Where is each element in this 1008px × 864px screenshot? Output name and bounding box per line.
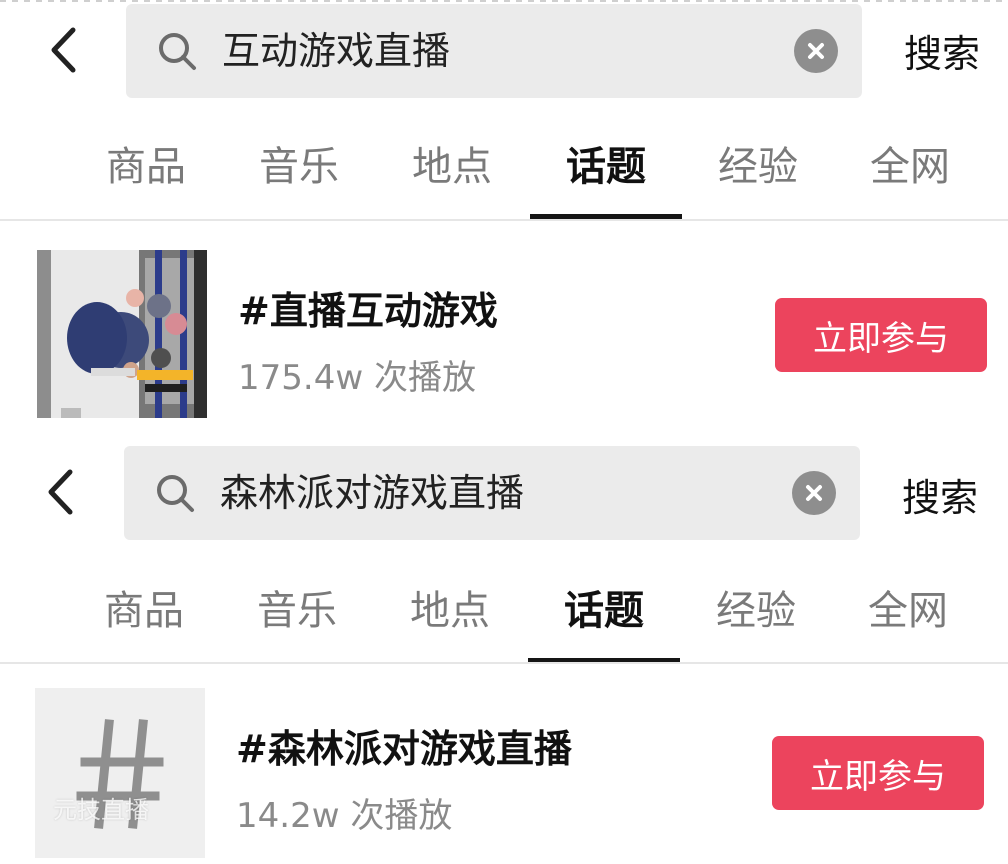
search-submit-button[interactable]: 搜索 — [904, 22, 986, 78]
tab-experience[interactable]: 经验 — [680, 572, 832, 664]
result-tabs: 户 商品 音乐 地点 话题 经验 全网 — [0, 128, 1008, 220]
search-submit-button[interactable]: 搜索 — [902, 466, 984, 522]
tab-experience[interactable]: 经验 — [682, 128, 834, 220]
tabs-divider — [0, 219, 1008, 221]
topic-play-count: 175.4w 次播放 — [238, 358, 476, 398]
search-results-screen-2: 搜索 户 商品 音乐 地点 话题 经验 全网 元技直播 #森林派对游戏直播 14… — [0, 432, 1008, 864]
tab-locations[interactable]: 地点 — [374, 572, 526, 664]
result-tabs: 户 商品 音乐 地点 话题 经验 全网 — [0, 572, 1008, 664]
search-icon — [159, 33, 196, 70]
search-box[interactable] — [124, 446, 860, 540]
back-button[interactable] — [39, 466, 81, 518]
clear-search-button[interactable] — [794, 29, 838, 73]
close-icon — [808, 43, 824, 59]
search-icon — [157, 475, 194, 512]
topic-result-row[interactable]: #直播互动游戏 175.4w 次播放 立即参与 — [0, 250, 1008, 420]
search-input[interactable] — [222, 26, 782, 76]
chevron-left-icon — [51, 27, 76, 73]
topic-thumbnail[interactable] — [37, 250, 207, 418]
tab-topics[interactable]: 话题 — [530, 128, 682, 220]
tab-locations[interactable]: 地点 — [376, 128, 528, 220]
top-dashed-border — [0, 0, 1008, 2]
search-input[interactable] — [220, 468, 780, 518]
tab-music[interactable]: 音乐 — [221, 572, 373, 664]
topic-play-count: 14.2w 次播放 — [236, 796, 453, 836]
tab-whole-web[interactable]: 全网 — [834, 128, 986, 220]
search-results-screen-1: 搜索 户 商品 音乐 地点 话题 经验 全网 — [0, 0, 1008, 432]
tab-products[interactable]: 商品 — [68, 572, 220, 664]
clear-search-button[interactable] — [792, 471, 836, 515]
topic-title[interactable]: #森林派对游戏直播 — [236, 718, 572, 773]
tabs-divider — [0, 662, 1008, 664]
tab-topics[interactable]: 话题 — [528, 572, 680, 664]
join-topic-button[interactable]: 立即参与 — [775, 298, 987, 372]
tab-users[interactable]: 户 — [0, 572, 58, 664]
join-topic-button[interactable]: 立即参与 — [772, 736, 984, 810]
close-icon — [806, 485, 822, 501]
game-live-thumbnail-icon — [37, 250, 207, 418]
search-box[interactable] — [126, 4, 862, 98]
tab-products[interactable]: 商品 — [70, 128, 222, 220]
topic-thumbnail[interactable]: 元技直播 — [35, 688, 205, 858]
topic-title[interactable]: #直播互动游戏 — [238, 280, 498, 335]
hashtag-icon — [35, 688, 205, 858]
topic-result-row[interactable]: 元技直播 #森林派对游戏直播 14.2w 次播放 立即参与 — [0, 688, 1008, 858]
tab-users[interactable]: 户 — [0, 128, 60, 220]
tab-whole-web[interactable]: 全网 — [832, 572, 984, 664]
tab-music[interactable]: 音乐 — [223, 128, 375, 220]
back-button[interactable] — [42, 24, 84, 76]
chevron-left-icon — [48, 469, 73, 515]
